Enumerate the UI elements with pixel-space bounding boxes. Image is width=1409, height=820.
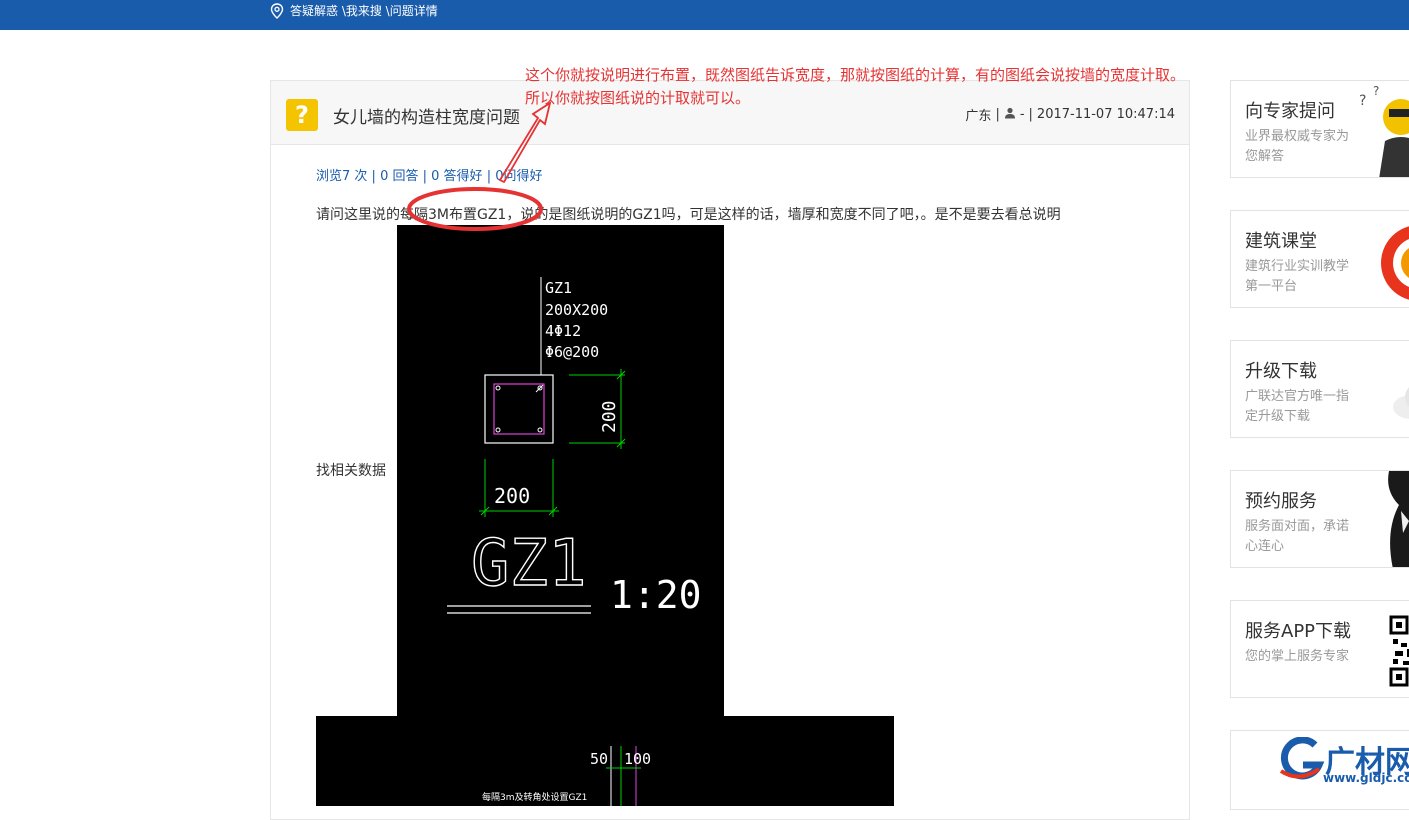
sidebar-card-desc: 业界最权威专家为您解答 xyxy=(1245,129,1350,164)
sidebar-card-desc: 服务面对面，承诺心连心 xyxy=(1245,519,1350,554)
sidebar-card-appointment[interactable]: 预约服务 服务面对面，承诺心连心 xyxy=(1230,470,1409,568)
annotation-overlay xyxy=(407,101,552,231)
sidebar-card-title: 向专家提问 xyxy=(1245,101,1335,122)
service-person-icon xyxy=(1349,471,1409,567)
sidebar-card-classroom[interactable]: 建筑课堂 建筑行业实训教学第一平台 xyxy=(1230,210,1409,308)
classroom-logo-icon xyxy=(1349,211,1409,307)
gldjc-logo-url: www.gldjc.com xyxy=(1323,771,1409,785)
highlight-ellipse xyxy=(407,187,543,231)
sidebar-card-desc: 您的掌上服务专家 xyxy=(1245,649,1350,664)
sidebar-card-ask-expert[interactable]: 向专家提问 业界最权威专家为您解答 ? ? xyxy=(1230,80,1409,178)
qr-code-icon[interactable] xyxy=(1349,601,1409,697)
sidebar-card-title: 服务APP下载 xyxy=(1245,621,1352,642)
sidebar-card-title: 建筑课堂 xyxy=(1245,231,1317,252)
svg-text:?: ? xyxy=(1373,84,1379,98)
gldjc-logo-icon xyxy=(1275,736,1325,785)
sidebar-card-download[interactable]: 升级下载 广联达官方唯一指定升级下载 xyxy=(1230,340,1409,438)
gldjc-logo-card[interactable]: 广材网 www.gldjc.com xyxy=(1230,730,1409,810)
expert-avatar-icon: ? ? xyxy=(1349,81,1409,177)
annotation-arrow xyxy=(498,101,552,184)
sidebar-card-desc: 广联达官方唯一指定升级下载 xyxy=(1245,389,1350,424)
sidebar-card-app-download[interactable]: 服务APP下载 您的掌上服务专家 xyxy=(1230,600,1409,698)
sidebar-card-desc: 建筑行业实训教学第一平台 xyxy=(1245,259,1350,294)
cloud-download-icon xyxy=(1349,341,1409,437)
sidebar-card-title: 升级下载 xyxy=(1245,361,1317,382)
svg-text:?: ? xyxy=(1359,93,1366,109)
sidebar-card-title: 预约服务 xyxy=(1245,491,1317,512)
